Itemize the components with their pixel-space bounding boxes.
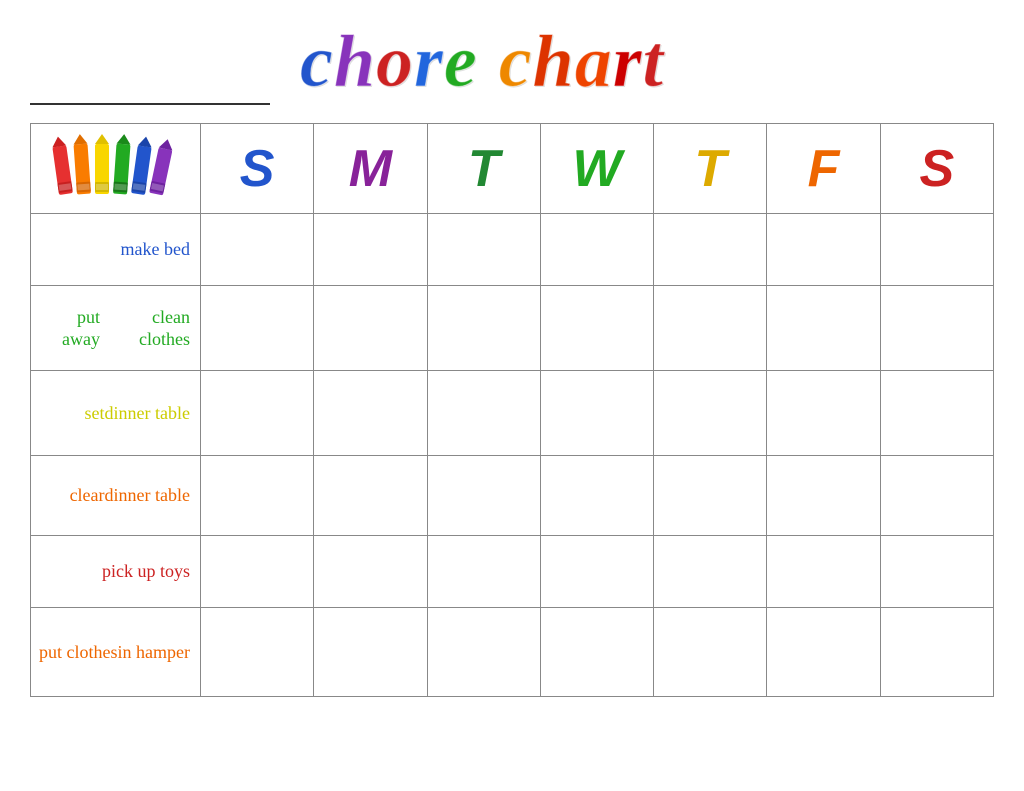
chore-label-1: put awayclean clothes: [31, 286, 201, 371]
chore-label-2: setdinner table: [31, 371, 201, 456]
chore-row-0: [201, 214, 993, 286]
chore-cell-1-2[interactable]: [428, 286, 541, 370]
chore-cell-4-0[interactable]: [201, 536, 314, 611]
chore-cell-1-6[interactable]: [881, 286, 993, 370]
day-header-0: S: [201, 124, 314, 213]
chore-cell-5-2[interactable]: [428, 608, 541, 696]
day-header-4: T: [654, 124, 767, 213]
chore-cell-0-4[interactable]: [654, 214, 767, 289]
chore-cell-0-3[interactable]: [541, 214, 654, 289]
chore-cell-0-2[interactable]: [428, 214, 541, 289]
chore-cell-4-1[interactable]: [314, 536, 427, 611]
chore-cell-1-5[interactable]: [767, 286, 880, 370]
chore-cell-4-2[interactable]: [428, 536, 541, 611]
crayons-icon: [51, 134, 181, 204]
chore-cell-4-5[interactable]: [767, 536, 880, 611]
day-header-3: W: [541, 124, 654, 213]
chore-cell-5-3[interactable]: [541, 608, 654, 696]
day-header-5: F: [767, 124, 880, 213]
day-header-2: T: [428, 124, 541, 213]
chore-cell-0-5[interactable]: [767, 214, 880, 289]
chore-row-3: [201, 456, 993, 536]
day-header-6: S: [881, 124, 993, 213]
chore-row-1: [201, 286, 993, 371]
chore-cell-2-5[interactable]: [767, 371, 880, 455]
chore-cell-3-3[interactable]: [541, 456, 654, 535]
chore-cell-2-3[interactable]: [541, 371, 654, 455]
chore-cell-1-1[interactable]: [314, 286, 427, 370]
chore-cell-1-0[interactable]: [201, 286, 314, 370]
chore-cell-3-1[interactable]: [314, 456, 427, 535]
days-header-row: SMTWTFS: [201, 124, 993, 214]
page-title: chorechart: [300, 20, 663, 105]
chore-cell-0-0[interactable]: [201, 214, 314, 289]
chore-label-5: put clothesin hamper: [31, 608, 201, 696]
chore-cell-2-6[interactable]: [881, 371, 993, 455]
chore-cell-0-1[interactable]: [314, 214, 427, 289]
chore-cell-1-4[interactable]: [654, 286, 767, 370]
chore-row-4: [201, 536, 993, 608]
chore-table: make bedput awayclean clothessetdinner t…: [30, 123, 994, 697]
chore-cell-2-4[interactable]: [654, 371, 767, 455]
chore-label-3: cleardinner table: [31, 456, 201, 536]
chore-cell-1-3[interactable]: [541, 286, 654, 370]
chore-cell-4-3[interactable]: [541, 536, 654, 611]
title-area: chorechart: [300, 20, 663, 105]
name-line[interactable]: [30, 69, 270, 105]
days-grid: SMTWTFS: [201, 124, 993, 696]
chore-row-5: [201, 608, 993, 696]
page-header: chorechart: [30, 20, 994, 105]
chore-cell-5-0[interactable]: [201, 608, 314, 696]
chore-cell-3-2[interactable]: [428, 456, 541, 535]
chore-cell-4-6[interactable]: [881, 536, 993, 611]
chore-cell-2-2[interactable]: [428, 371, 541, 455]
chore-row-2: [201, 371, 993, 456]
chore-cell-3-4[interactable]: [654, 456, 767, 535]
chore-cell-3-0[interactable]: [201, 456, 314, 535]
chore-labels: make bedput awayclean clothessetdinner t…: [31, 214, 201, 696]
crayon-header: [31, 124, 201, 214]
chore-cell-2-1[interactable]: [314, 371, 427, 455]
chore-cell-4-4[interactable]: [654, 536, 767, 611]
chore-label-0: make bed: [31, 214, 201, 286]
chore-cell-3-5[interactable]: [767, 456, 880, 535]
chore-cell-5-6[interactable]: [881, 608, 993, 696]
chore-cell-0-6[interactable]: [881, 214, 993, 289]
chore-cell-5-5[interactable]: [767, 608, 880, 696]
chore-rows: [201, 214, 993, 696]
day-header-1: M: [314, 124, 427, 213]
chore-label-4: pick up toys: [31, 536, 201, 608]
chore-cell-5-4[interactable]: [654, 608, 767, 696]
chore-cell-3-6[interactable]: [881, 456, 993, 535]
chore-cell-2-0[interactable]: [201, 371, 314, 455]
label-column: make bedput awayclean clothessetdinner t…: [31, 124, 201, 696]
chore-cell-5-1[interactable]: [314, 608, 427, 696]
